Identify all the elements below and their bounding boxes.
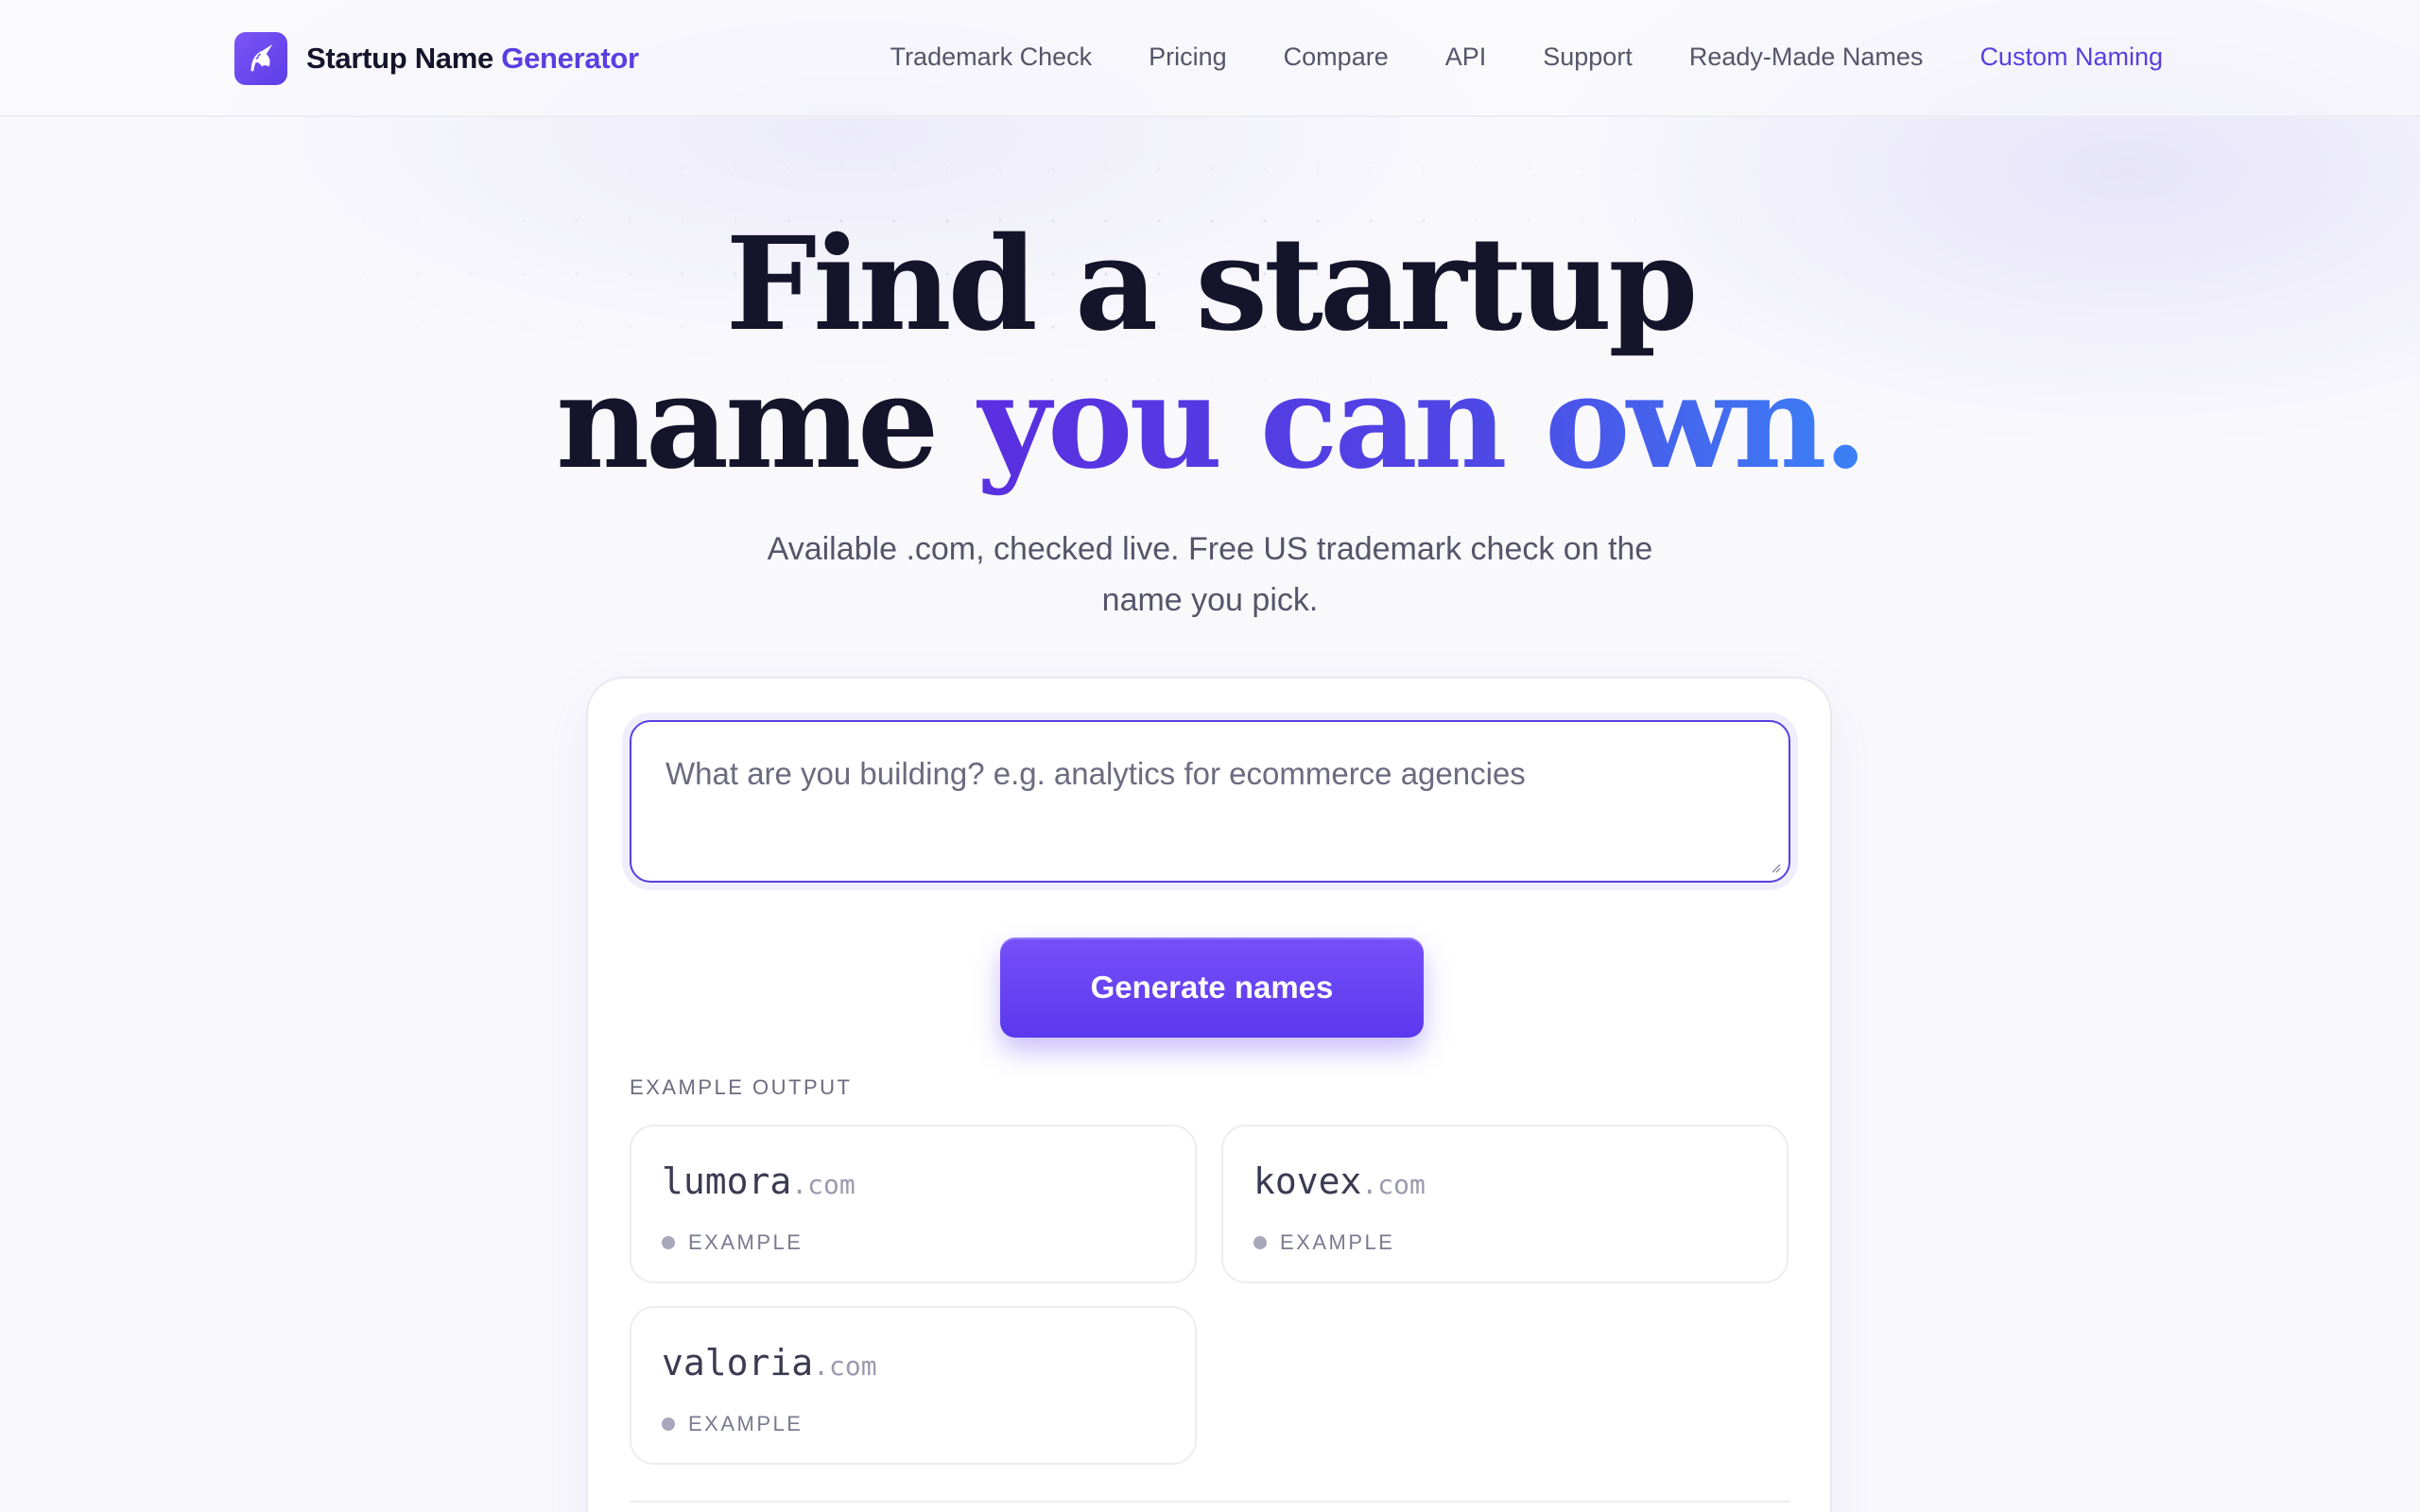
- example-domain: kovex.com: [1253, 1160, 1426, 1202]
- nav-support[interactable]: Support: [1543, 38, 1633, 76]
- nav-pricing[interactable]: Pricing: [1149, 38, 1227, 76]
- status-dot-icon: [662, 1236, 675, 1249]
- generate-names-button[interactable]: Generate names: [1000, 937, 1424, 1038]
- example-tld: .com: [1361, 1169, 1426, 1200]
- example-domain: lumora.com: [662, 1160, 856, 1202]
- example-name-card: valoria.com EXAMPLE: [630, 1306, 1197, 1465]
- example-name-card: kovex.com EXAMPLE: [1221, 1125, 1789, 1283]
- hero-title-line2-accent: you can own.: [976, 347, 1868, 498]
- description-field-wrapper: [630, 720, 1790, 883]
- status-dot-icon: [662, 1418, 675, 1431]
- nav-compare[interactable]: Compare: [1284, 38, 1389, 76]
- example-name: valoria: [662, 1342, 814, 1383]
- status-dot-icon: [1253, 1236, 1267, 1249]
- hero-subtitle: Available .com, checked live. Free US tr…: [767, 531, 1653, 618]
- nav-custom-naming[interactable]: Custom Naming: [1979, 38, 2163, 76]
- example-badge: EXAMPLE: [662, 1412, 803, 1436]
- example-badge-label: EXAMPLE: [688, 1230, 804, 1254]
- hero-title: Find a startup name you can own.: [0, 215, 2420, 491]
- example-domain: valoria.com: [662, 1342, 877, 1383]
- example-output-label: EXAMPLE OUTPUT: [630, 1075, 853, 1099]
- generator-card: Generate names EXAMPLE OUTPUT lumora.com…: [586, 677, 1832, 1512]
- example-name: kovex: [1253, 1160, 1362, 1202]
- nav-trademark-check[interactable]: Trademark Check: [890, 38, 1093, 76]
- example-badge-label: EXAMPLE: [688, 1412, 804, 1435]
- card-divider: [630, 1501, 1790, 1503]
- brand-name-main: Startup Name: [306, 42, 493, 75]
- example-name-card: lumora.com EXAMPLE: [630, 1125, 1197, 1283]
- example-name: lumora: [662, 1160, 792, 1202]
- resize-grip-icon[interactable]: [1768, 860, 1781, 873]
- unicorn-icon: [234, 32, 287, 85]
- example-badge: EXAMPLE: [1253, 1230, 1394, 1255]
- description-input[interactable]: [631, 722, 1789, 881]
- brand-name: Startup Name Generator: [306, 42, 639, 76]
- hero-title-line1: Find a startup: [725, 209, 1699, 360]
- site-header: Startup Name Generator Trademark Check P…: [0, 0, 2420, 117]
- brand-link[interactable]: Startup Name Generator: [234, 32, 639, 85]
- main-nav: Trademark Check Pricing Compare API Supp…: [834, 38, 2163, 76]
- example-badge: EXAMPLE: [662, 1230, 803, 1255]
- hero-title-line2-plain: name: [556, 347, 977, 498]
- example-tld: .com: [791, 1169, 856, 1200]
- example-tld: .com: [813, 1350, 877, 1382]
- nav-ready-made-names[interactable]: Ready-Made Names: [1689, 38, 1924, 76]
- brand-name-accent: Generator: [501, 42, 639, 75]
- nav-api[interactable]: API: [1445, 38, 1487, 76]
- example-badge-label: EXAMPLE: [1280, 1230, 1395, 1254]
